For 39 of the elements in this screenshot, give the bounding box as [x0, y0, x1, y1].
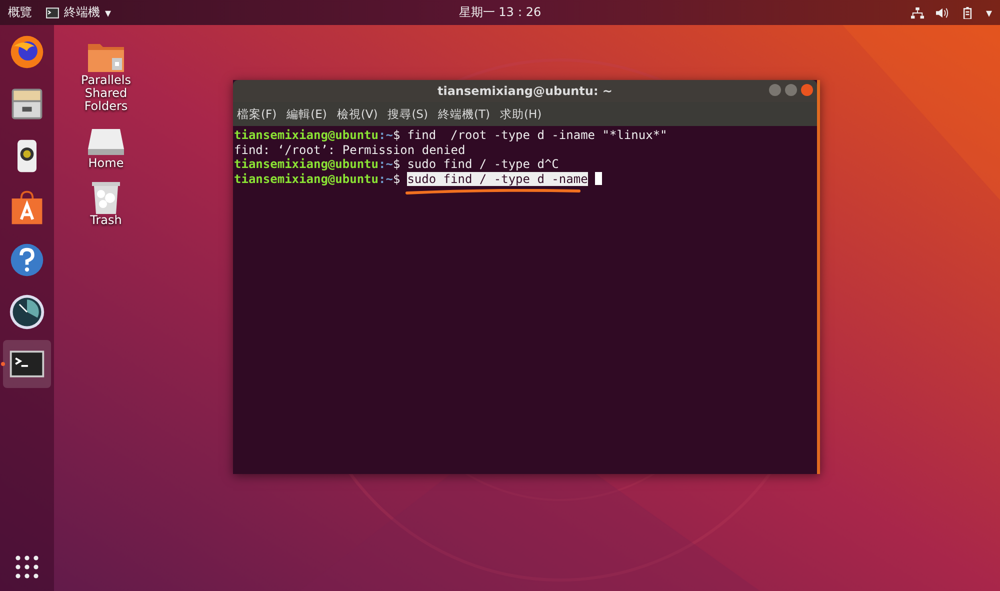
output-text: find: ‘/root’: Permission denied: [234, 142, 466, 157]
prompt-user: tiansemixiang@ubuntu: [234, 172, 378, 186]
prompt-path: :~: [378, 128, 393, 142]
prompt-path: :~: [378, 157, 393, 172]
help-icon: [8, 241, 46, 279]
app-grid-icon[interactable]: [15, 555, 39, 579]
window-title: tiansemixiang@ubuntu: ~: [437, 84, 612, 98]
volume-icon[interactable]: [936, 6, 949, 18]
desktop-icon[interactable]: Trash: [61, 180, 151, 227]
prompt-user: tiansemixiang@ubuntu: [234, 128, 378, 142]
menu-item[interactable]: 編輯(E): [286, 106, 327, 122]
desktop-icon[interactable]: Parallels Shared Folders: [61, 40, 151, 113]
close-button[interactable]: [801, 84, 813, 96]
battery-icon[interactable]: [960, 6, 974, 18]
minimize-button[interactable]: [769, 84, 781, 96]
prompt-user: tiansemixiang@ubuntu: [234, 157, 378, 172]
firefox-icon: [8, 33, 46, 71]
menu-item[interactable]: 搜尋(S): [388, 106, 428, 122]
prompt-symbol: $: [392, 157, 400, 172]
network-icon[interactable]: [910, 6, 924, 18]
gauge-icon: [8, 293, 46, 331]
dock-item[interactable]: [3, 340, 51, 388]
desktop-icon[interactable]: Home: [61, 123, 151, 170]
prompt-path: :~: [378, 172, 393, 186]
command-text: sudo find / -type d -name: [407, 172, 588, 186]
clock[interactable]: 星期一 13：26: [458, 4, 542, 21]
prompt-symbol: $: [392, 172, 400, 186]
menu-item[interactable]: 終端機(T): [438, 106, 490, 122]
prompt-symbol: $: [392, 128, 400, 142]
menu-item[interactable]: 求助(H): [500, 106, 542, 122]
command-text: sudo find / -type d^C: [407, 157, 559, 172]
caret-icon[interactable]: ▾: [986, 6, 992, 20]
menu-item[interactable]: 檔案(F): [237, 106, 277, 122]
app-menu[interactable]: 終端機 ▾: [46, 4, 112, 21]
command-text: find /root -type d -iname "*linux*": [407, 128, 668, 142]
activities-button[interactable]: 概覽: [8, 4, 32, 21]
menu-item[interactable]: 檢視(V): [336, 106, 378, 122]
maximize-button[interactable]: [785, 84, 797, 96]
terminal-icon: [46, 6, 59, 18]
